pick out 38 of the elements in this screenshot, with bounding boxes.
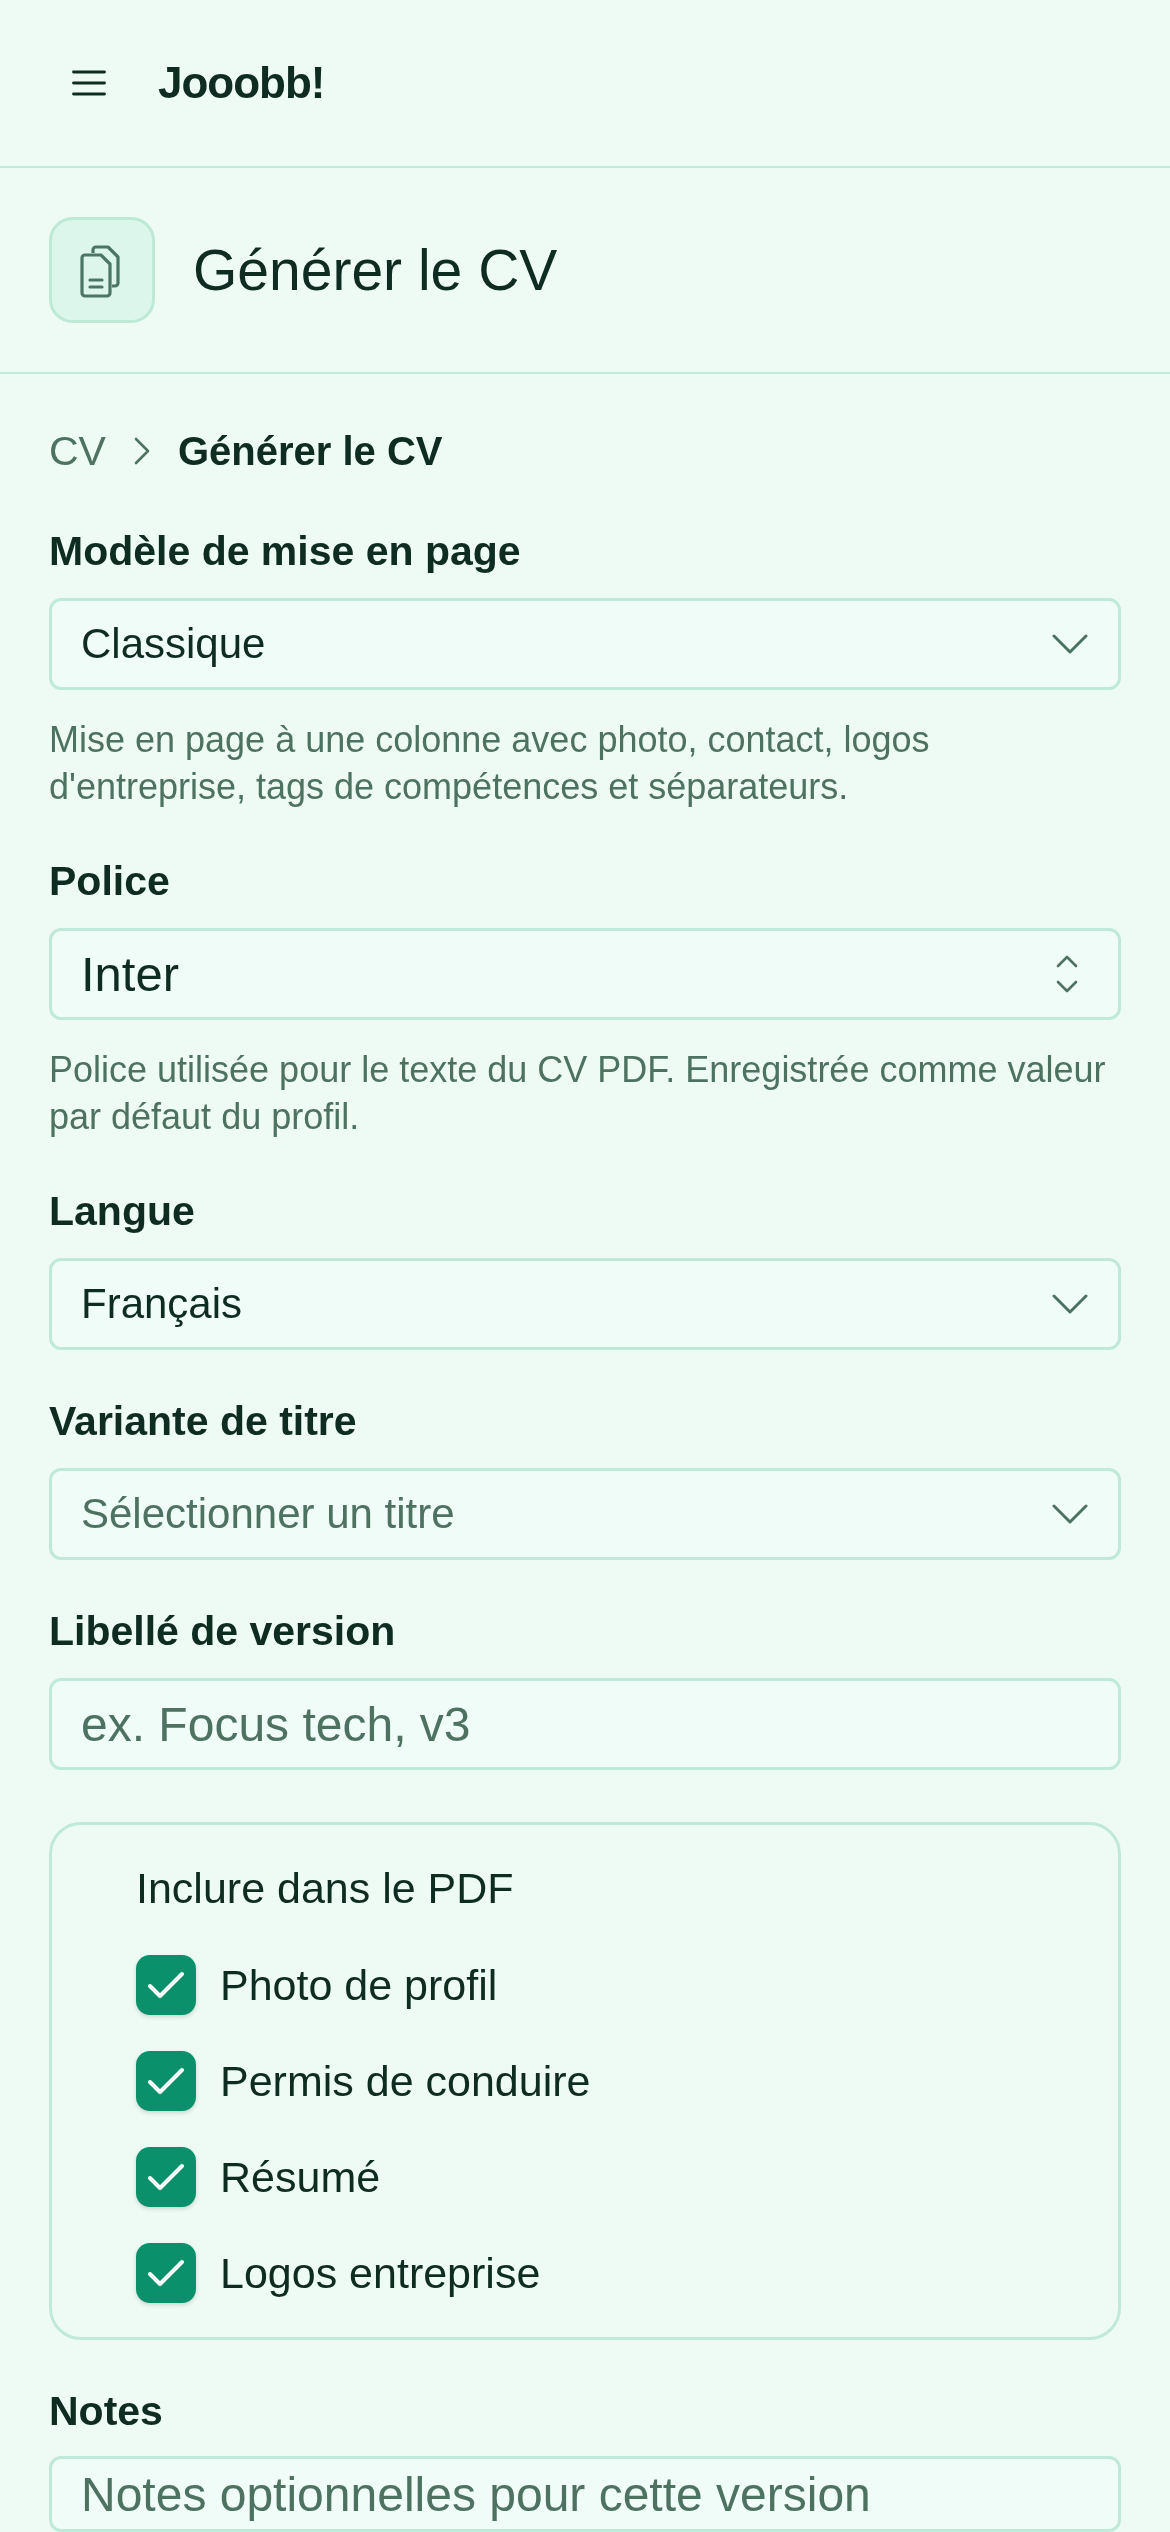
page-title: Générer le CV [193,237,558,303]
dropdown[interactable]: Sélectionner un titre [49,1468,1121,1560]
checkbox[interactable] [136,2147,196,2207]
chevron-down-icon [1052,1294,1088,1314]
checkbox-label: Photo de profil [220,1960,498,2010]
chevron-down-icon [1052,1504,1088,1524]
field-label: Police [49,858,170,904]
app-name: Jooobb! [158,57,325,109]
dropdown[interactable]: Français [49,1258,1121,1350]
card-title: Inclure dans le PDF [136,1865,514,1911]
chevron-right-icon [133,437,150,465]
checkbox[interactable] [136,2051,196,2111]
field-label: Variante de titre [49,1398,357,1444]
checkbox-label: Résumé [220,2152,381,2202]
checkbox[interactable] [136,2243,196,2303]
menu-icon[interactable] [72,70,106,96]
help-text: Mise en page à une colonne avec photo, contact, logos d'entreprise, tags de compétences et séparateurs. [49,718,931,809]
field-label: Modèle de mise en page [49,528,521,574]
checkbox-label: Logos entreprise [220,2248,541,2298]
field-label: Notes [49,2388,163,2434]
text-input[interactable]: ex. Focus tech, v3 [49,1678,1121,1770]
chevron-down-icon [1052,634,1088,654]
select-field[interactable]: Inter [49,928,1121,1020]
breadcrumb-current: Générer le CV [177,428,443,474]
checkmark-icon [147,2066,185,2096]
help-text: Police utilisée pour le texte du CV PDF. Enregistrée comme valeur par défaut du profil. [49,1048,1107,1139]
field-label: Libellé de version [49,1608,396,1654]
documents-icon [49,217,155,323]
up-down-chevron-icon [1056,954,1078,994]
text-area[interactable]: Notes optionnelles pour cette version [49,2456,1121,2532]
checkmark-icon [147,2162,185,2192]
checkmark-icon [147,1970,185,2000]
checkbox[interactable] [136,1955,196,2015]
breadcrumb-link[interactable]: CV [49,428,106,474]
checkmark-icon [147,2258,185,2288]
checkbox-label: Permis de conduire [220,2056,591,2106]
dropdown[interactable]: Classique [49,598,1121,690]
field-label: Langue [49,1188,195,1234]
